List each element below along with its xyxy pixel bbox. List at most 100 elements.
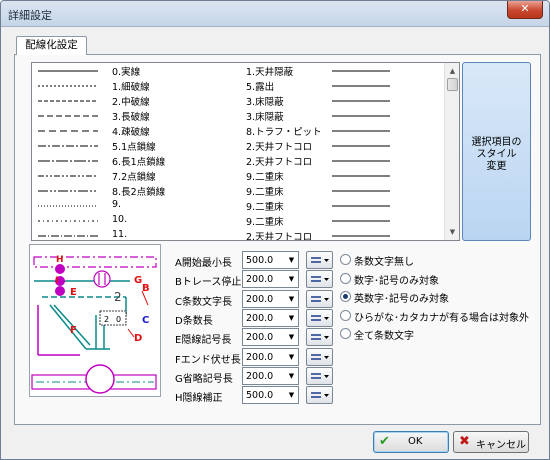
line-style-icon (311, 373, 329, 379)
param-value-combo[interactable]: 200.0 ▼ (242, 289, 299, 308)
line-type-row[interactable]: 10. 9.二重床 (32, 213, 446, 228)
radio-button-icon[interactable] (340, 254, 351, 265)
scroll-up-icon[interactable]: ▲ (446, 64, 459, 78)
param-value-combo[interactable]: 200.0 ▼ (242, 366, 299, 385)
chevron-down-icon[interactable]: ▼ (286, 272, 297, 286)
param-label: Fエンド伏せ長 (175, 354, 241, 366)
line-sample-icon (38, 145, 98, 147)
radio-button-icon[interactable] (340, 291, 351, 302)
line-sample-icon (38, 115, 98, 117)
param-label: D条数長 (175, 315, 213, 327)
chevron-down-icon[interactable]: ▼ (286, 311, 297, 325)
radio-button-icon[interactable] (340, 328, 351, 339)
line-type-label: 1.細破線 (112, 82, 150, 93)
line-sample-icon (38, 175, 98, 177)
line-type-row[interactable]: 9. 9.二重床 (32, 198, 446, 213)
line-type-list[interactable]: 11. 2.天井フトコロ 10. 9.二重床 9. 9.二重床 8.長2点鎖線 9.二重床 7.… (31, 62, 460, 241)
line-style-icon (311, 315, 329, 321)
check-icon: ✔ (379, 434, 390, 449)
chevron-down-icon[interactable]: ▼ (286, 369, 297, 383)
cancel-button[interactable]: ✖ キャンセル (453, 431, 529, 453)
line-type-label: 6.長1点鎖線 (112, 157, 166, 168)
line-style-picker-button[interactable] (306, 251, 333, 269)
line-sample-icon (332, 115, 390, 117)
laying-method-label: 3.床隠蔽 (246, 112, 284, 123)
param-value: 200.0 (246, 274, 274, 286)
laying-method-label: 1.天井隠蔽 (246, 67, 294, 78)
line-sample-icon (332, 70, 390, 72)
line-type-row[interactable]: 5.1点鎖線 2.天井フトコロ (32, 138, 446, 153)
line-type-row[interactable]: 2.中破線 3.床隠蔽 (32, 93, 446, 108)
line-type-row[interactable]: 7.2点鎖線 9.二重床 (32, 168, 446, 183)
radio-button-icon[interactable] (340, 309, 351, 321)
line-type-label: 0.実線 (112, 67, 141, 78)
cancel-label: キャンセル (476, 440, 526, 451)
param-value: 200.0 (246, 293, 274, 305)
line-style-picker-button[interactable] (306, 289, 333, 308)
line-type-label: 8.長2点鎖線 (112, 187, 166, 198)
radio-button-icon[interactable] (340, 272, 351, 284)
close-icon: ✕ (520, 2, 530, 15)
line-sample-icon (332, 130, 390, 132)
tab-wiring-settings[interactable]: 配線化設定 (16, 36, 87, 55)
line-style-picker-button[interactable] (306, 328, 333, 347)
line-type-row[interactable]: 6.長1点鎖線 2.天井フトコロ (32, 153, 446, 168)
line-sample-icon (332, 175, 390, 177)
ok-button[interactable]: ✔ OK (373, 431, 449, 453)
change-style-button[interactable]: 選択項目の スタイル 変更 (462, 62, 531, 241)
param-value-combo[interactable]: 200.0 ▼ (242, 270, 299, 289)
param-value-combo[interactable]: 500.0 ▼ (242, 386, 299, 405)
line-sample-icon (332, 190, 390, 192)
line-sample-icon (332, 145, 390, 147)
line-sample-icon (332, 235, 390, 237)
change-style-label-1: 選択項目の (471, 137, 522, 148)
chevron-down-icon[interactable]: ▼ (286, 388, 297, 402)
label-e: E (70, 287, 77, 298)
line-style-picker-button[interactable] (306, 366, 333, 385)
label-inner-two: 2 (104, 315, 109, 324)
param-value-combo[interactable]: 200.0 ▼ (242, 347, 299, 366)
param-value-combo[interactable]: 200.0 ▼ (242, 328, 299, 347)
line-sample-icon (38, 130, 98, 132)
diagram-svg: H I E G B C F D 2 2 0 (31, 255, 157, 394)
chevron-down-icon[interactable]: ▼ (286, 330, 297, 344)
laying-method-label: 9.二重床 (246, 172, 284, 183)
line-type-label: 7.2点鎖線 (112, 172, 156, 183)
laying-method-label: 2.天井フトコロ (246, 157, 313, 168)
label-h: H (56, 255, 64, 265)
line-style-picker-button[interactable] (306, 347, 333, 366)
param-value-combo[interactable]: 500.0 ▼ (242, 251, 299, 269)
param-label: H隠線補正 (175, 393, 223, 405)
line-style-picker-button[interactable] (306, 386, 333, 405)
line-type-row[interactable]: 3.長破線 3.床隠蔽 (32, 108, 446, 123)
line-type-row[interactable]: 1.細破線 5.露出 (32, 78, 446, 93)
scroll-down-icon[interactable]: ▼ (446, 225, 459, 239)
line-type-row[interactable]: 11. 2.天井フトコロ (32, 228, 446, 240)
close-button[interactable]: ✕ (507, 1, 543, 19)
line-type-label: 3.長破線 (112, 112, 150, 123)
line-type-row[interactable]: 8.長2点鎖線 9.二重床 (32, 183, 446, 198)
line-sample-icon (38, 190, 98, 192)
line-style-icon (311, 257, 329, 263)
line-sample-icon (38, 100, 98, 102)
chevron-down-icon[interactable]: ▼ (286, 350, 297, 364)
line-style-icon (311, 353, 329, 360)
chevron-down-icon[interactable]: ▼ (286, 292, 297, 306)
param-label: C条数文字長 (175, 296, 232, 308)
cancel-icon: ✖ (459, 434, 470, 449)
line-type-row[interactable]: 4.疎破線 8.トラフ・ピット (32, 123, 446, 138)
scroll-thumb[interactable] (447, 78, 458, 91)
line-sample-icon (38, 70, 98, 72)
param-label: A開始最小長 (175, 258, 232, 269)
line-type-label: 5.1点鎖線 (112, 142, 156, 153)
line-type-row[interactable]: 0.実線 1.天井隠蔽 (32, 63, 446, 78)
param-label: E隠線記号長 (175, 335, 232, 347)
line-style-picker-button[interactable] (306, 308, 333, 327)
line-style-picker-button[interactable] (306, 270, 333, 289)
list-scrollbar[interactable]: ▲ ▼ (444, 63, 459, 240)
chevron-down-icon[interactable]: ▼ (286, 253, 297, 267)
param-value: 200.0 (246, 351, 274, 363)
param-value-combo[interactable]: 200.0 ▼ (242, 308, 299, 327)
line-type-label: 10. (112, 214, 128, 225)
param-label: Bトレース停止長 (175, 277, 252, 289)
